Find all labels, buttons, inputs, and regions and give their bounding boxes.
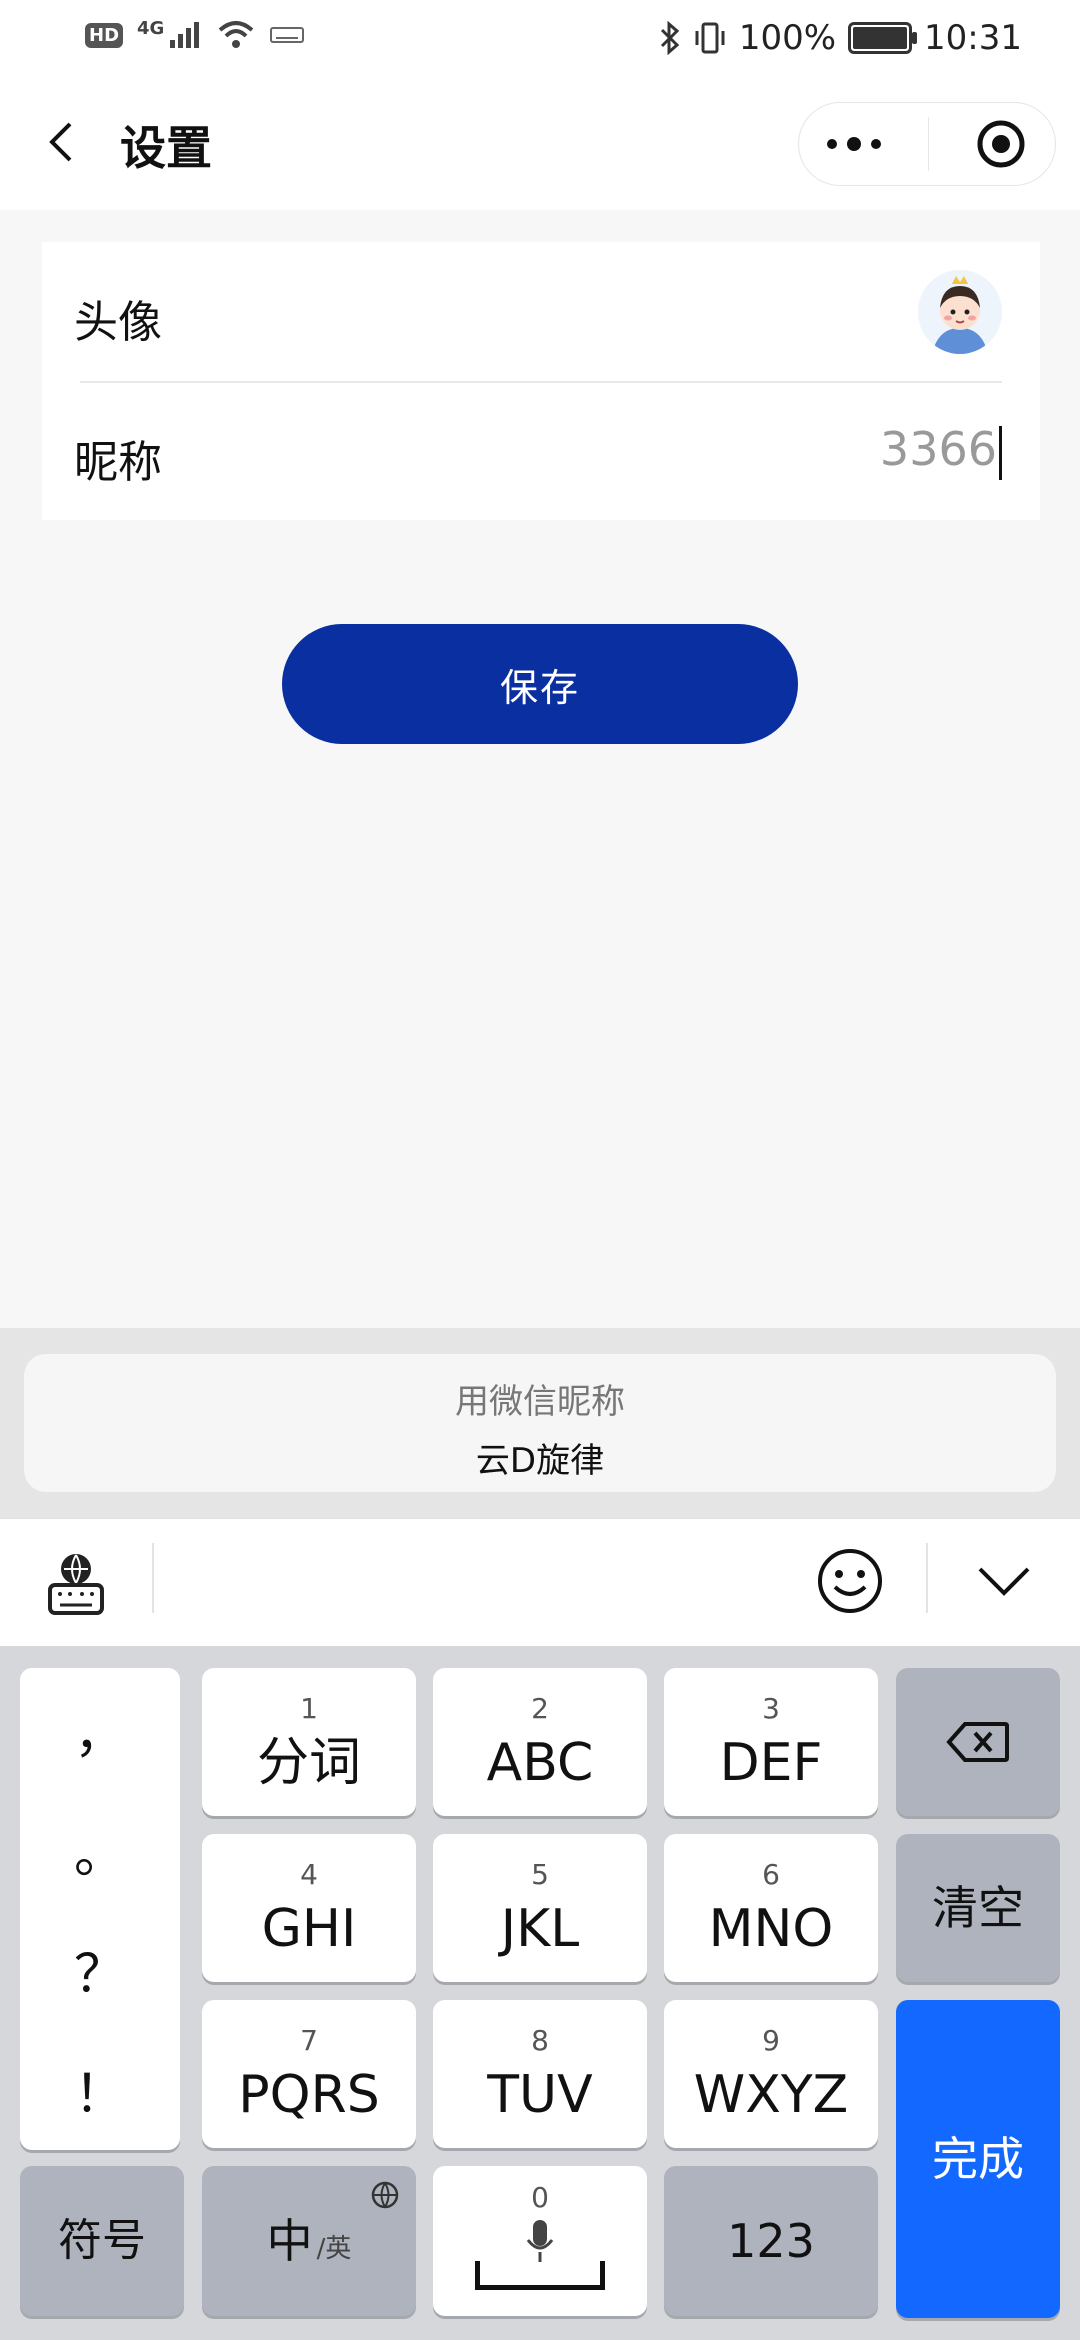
punct-exclaim[interactable]: ！	[20, 2052, 180, 2127]
key-number: 9	[762, 2024, 780, 2057]
text-caret	[999, 425, 1002, 480]
done-key[interactable]: 完成	[896, 2000, 1060, 2318]
status-right-icons: 100% 10:31	[659, 18, 1022, 58]
space-bar-icon	[475, 2261, 605, 2290]
key-number: 1	[300, 1692, 318, 1725]
key-9[interactable]: 9 WXYZ	[664, 2000, 878, 2148]
key-label: WXYZ	[693, 2065, 849, 2125]
keyboard-settings-icon[interactable]	[44, 1549, 108, 1617]
key-label: ABC	[486, 1733, 594, 1793]
page-header: 设置	[0, 80, 1080, 210]
nickname-label: 昵称	[74, 437, 162, 488]
space-key[interactable]: 0	[433, 2166, 647, 2316]
keyboard-indicator-icon	[270, 27, 305, 43]
number-mode-key[interactable]: 123	[664, 2166, 878, 2316]
symbol-label: 符号	[58, 2215, 146, 2266]
punct-question[interactable]: ？	[20, 1932, 180, 2007]
language-switch-key[interactable]: 中/英	[202, 2166, 416, 2316]
network-type: 4G	[137, 17, 165, 39]
wechat-nickname-suggestion[interactable]: 用微信昵称 云D旋律	[24, 1354, 1056, 1492]
key-label: PQRS	[238, 2065, 380, 2125]
keyboard-toolbar	[0, 1518, 1080, 1647]
nickname-value: 3366	[879, 422, 997, 476]
status-bar: HD 4G 100% 10:31	[0, 0, 1080, 80]
signal-icon	[170, 22, 200, 48]
battery-charging-icon	[848, 22, 918, 54]
globe-icon	[371, 2181, 399, 2209]
key-5[interactable]: 5 JKL	[433, 1834, 647, 1982]
avatar-label: 头像	[74, 297, 162, 348]
battery-percent: 100%	[738, 18, 837, 58]
vibrate-icon	[695, 22, 725, 54]
clear-key[interactable]: 清空	[896, 1834, 1060, 1982]
microphone-icon	[526, 2220, 554, 2262]
key-label: GHI	[261, 1899, 357, 1959]
backspace-icon	[946, 1722, 1009, 1762]
mini-program-capsule	[798, 102, 1056, 186]
settings-card: 头像 昵称 3366	[42, 242, 1040, 520]
key-label: JKL	[500, 1899, 580, 1959]
lang-main-label: 中	[266, 2214, 313, 2268]
avatar-row[interactable]: 头像	[42, 242, 1040, 383]
avatar[interactable]	[918, 270, 1002, 354]
capsule-divider	[927, 117, 929, 171]
nickname-input[interactable]: 3366	[880, 422, 1002, 480]
nickname-row[interactable]: 昵称 3366	[42, 382, 1040, 522]
suggestion-name: 云D旋律	[475, 1441, 605, 1481]
key-number: 4	[300, 1858, 318, 1891]
key-number: 5	[531, 1858, 549, 1891]
emoji-icon[interactable]	[816, 1547, 884, 1615]
wifi-icon	[219, 21, 254, 48]
clear-label: 清空	[932, 1881, 1024, 1935]
lang-sub-label: /英	[316, 2234, 352, 2264]
key-3[interactable]: 3 DEF	[664, 1668, 878, 1816]
key-number: 3	[762, 1692, 780, 1725]
backspace-key[interactable]	[896, 1668, 1060, 1816]
suggestion-hint: 用微信昵称	[455, 1382, 625, 1422]
back-icon[interactable]	[38, 118, 86, 166]
key-label: DEF	[719, 1733, 823, 1793]
done-label: 完成	[932, 2132, 1024, 2186]
toolbar-divider	[152, 1543, 154, 1613]
key-6[interactable]: 6 MNO	[664, 1834, 878, 1982]
more-icon[interactable]	[827, 137, 881, 151]
key-number: 8	[531, 2024, 549, 2057]
key-label: TUV	[487, 2065, 593, 2125]
hd-indicator: HD	[85, 22, 124, 48]
key-number: 6	[762, 1858, 780, 1891]
toolbar-divider	[926, 1543, 928, 1613]
key-2[interactable]: 2 ABC	[433, 1668, 647, 1816]
punct-comma[interactable]: ，	[20, 1692, 180, 1767]
clock: 10:31	[924, 18, 1022, 58]
key-number: 7	[300, 2024, 318, 2057]
key-number: 0	[531, 2181, 549, 2214]
close-target-icon[interactable]	[975, 118, 1027, 170]
key-label: MNO	[708, 1899, 834, 1959]
save-button[interactable]: 保存	[282, 624, 798, 744]
page-title: 设置	[120, 121, 212, 175]
status-left-icons: HD 4G	[85, 17, 305, 50]
key-7[interactable]: 7 PQRS	[202, 2000, 416, 2148]
key-4[interactable]: 4 GHI	[202, 1834, 416, 1982]
bluetooth-icon	[660, 21, 680, 55]
key-1[interactable]: 1 分词	[202, 1668, 416, 1816]
key-label: 分词	[256, 1733, 361, 1793]
key-number: 2	[531, 1692, 549, 1725]
punct-period[interactable]: 。	[20, 1812, 180, 1887]
number-mode-label: 123	[727, 2214, 815, 2268]
symbol-key[interactable]: 符号	[20, 2166, 184, 2316]
collapse-keyboard-icon[interactable]	[976, 1561, 1032, 1601]
key-8[interactable]: 8 TUV	[433, 2000, 647, 2148]
punctuation-column[interactable]: ， 。 ？ ！	[20, 1668, 180, 2150]
